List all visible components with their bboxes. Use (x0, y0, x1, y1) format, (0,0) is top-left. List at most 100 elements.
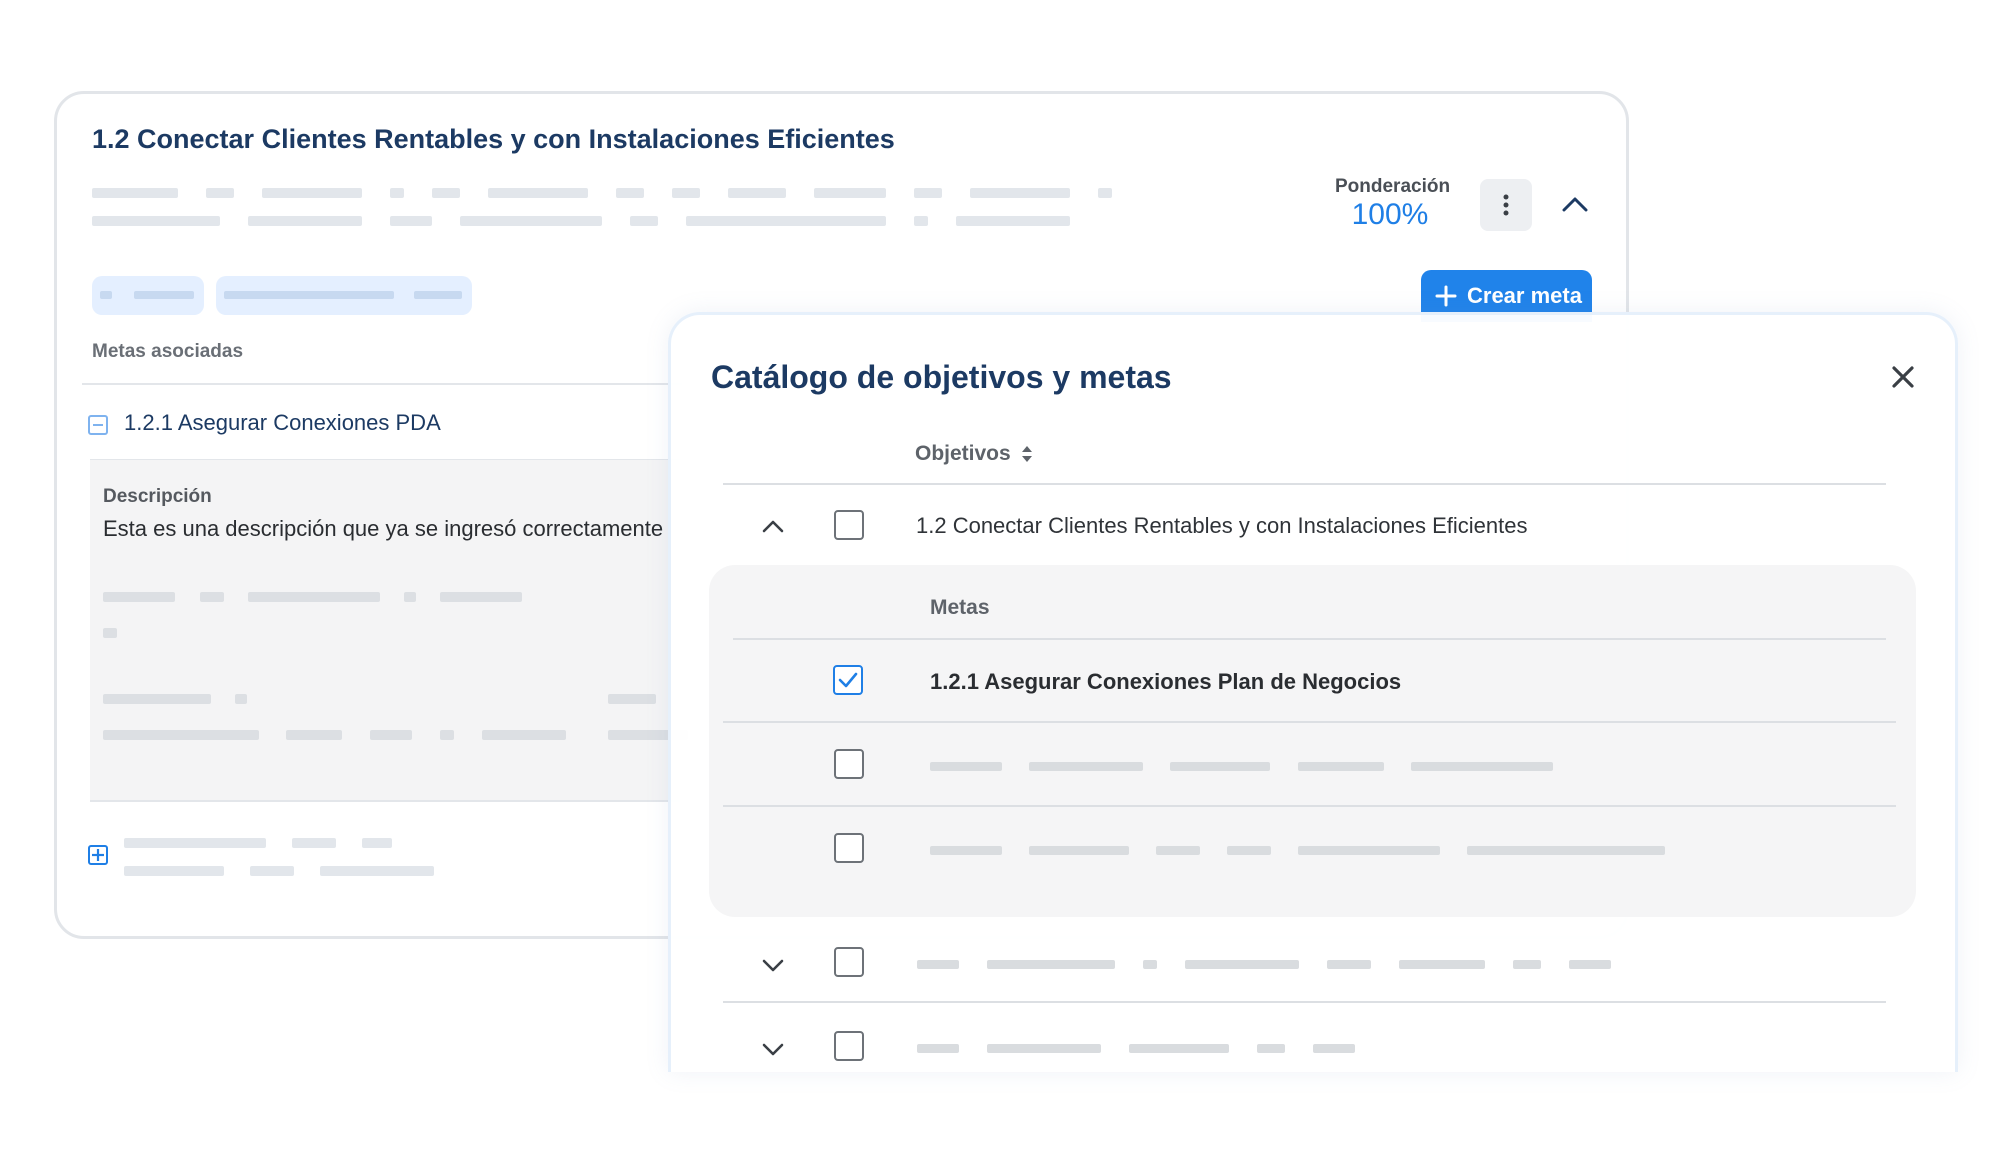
skeleton-line (616, 188, 644, 198)
skeleton-line (92, 188, 178, 198)
divider (733, 638, 1886, 640)
more-options-button[interactable] (1480, 179, 1532, 231)
metas-subpanel (709, 565, 1916, 917)
objective-row-title: 1.2 Conectar Clientes Rentables y con In… (916, 513, 1528, 538)
skeleton-line (914, 216, 928, 226)
skeleton-line (248, 592, 380, 602)
objetivos-column-header[interactable]: Objetivos (915, 442, 1033, 466)
objective-checkbox[interactable] (834, 1031, 864, 1061)
meta-checkbox[interactable] (834, 833, 864, 863)
description-label: Descripción (103, 486, 212, 507)
skeleton-line (1298, 846, 1440, 855)
skeleton-line (262, 188, 362, 198)
collapse-square-icon[interactable] (88, 415, 108, 435)
vertical-dots-icon (1503, 194, 1509, 216)
skeleton-line (1227, 846, 1271, 855)
expand-row-button[interactable] (759, 956, 787, 976)
skeleton-line (103, 628, 117, 638)
skeleton-line (914, 188, 942, 198)
objective-checkbox[interactable] (834, 947, 864, 977)
chevron-down-icon (762, 1043, 784, 1056)
skeleton-line (286, 730, 342, 740)
skeleton-line (390, 216, 432, 226)
catalog-modal: Catálogo de objetivos y metas Objetivos … (668, 312, 1958, 1072)
skeleton-line (292, 838, 336, 848)
skeleton-line (100, 291, 112, 299)
skeleton-line (1143, 960, 1157, 969)
skeleton-line (134, 291, 194, 299)
skeleton-line (1185, 960, 1299, 969)
skeleton-line (630, 216, 658, 226)
skeleton-line (1129, 1044, 1229, 1053)
skeleton-line (686, 216, 886, 226)
divider (723, 483, 1886, 485)
divider (723, 1001, 1886, 1003)
skeleton-line (488, 188, 588, 198)
create-meta-label: Crear meta (1467, 283, 1582, 308)
skeleton-line (987, 960, 1115, 969)
objetivos-header-label: Objetivos (915, 442, 1011, 465)
skeleton-line (482, 730, 566, 740)
chevron-up-icon (1562, 197, 1588, 212)
skeleton-line (124, 838, 266, 848)
ponderacion-label: Ponderación (1335, 176, 1451, 197)
divider (90, 800, 680, 802)
divider (82, 383, 682, 385)
skeleton-line (460, 216, 602, 226)
meta-item-title[interactable]: 1.2.1 Asegurar Conexiones PDA (124, 410, 441, 436)
skeleton-line (404, 592, 416, 602)
skeleton-line (92, 216, 220, 226)
close-icon (1892, 366, 1914, 388)
skeleton-line (956, 216, 1070, 226)
divider (723, 721, 1896, 723)
skeleton-line (103, 592, 175, 602)
skeleton-line (1313, 1044, 1355, 1053)
skeleton-line (930, 846, 1002, 855)
skeleton-line (1298, 762, 1384, 771)
meta-checkbox-checked[interactable] (833, 665, 863, 695)
skeleton-line (440, 592, 522, 602)
collapse-button[interactable] (1555, 186, 1595, 222)
skeleton-line (1399, 960, 1485, 969)
skeleton-line (917, 1044, 959, 1053)
skeleton-line (814, 188, 886, 198)
skeleton-line (440, 730, 454, 740)
description-text: Esta es una descripción que ya se ingres… (103, 516, 664, 541)
close-button[interactable] (1883, 357, 1923, 397)
objective-checkbox[interactable] (834, 510, 864, 540)
skeleton-line (362, 838, 392, 848)
expand-square-icon[interactable] (88, 845, 108, 865)
skeleton-line (206, 188, 234, 198)
objective-title: 1.2 Conectar Clientes Rentables y con In… (92, 124, 895, 154)
skeleton-line (248, 216, 362, 226)
skeleton-line (103, 694, 211, 704)
metas-asociadas-label: Metas asociadas (92, 341, 244, 362)
skeleton-line (224, 291, 394, 299)
collapse-row-button[interactable] (759, 516, 787, 536)
chevron-up-icon (762, 520, 784, 533)
chevron-down-icon (762, 959, 784, 972)
skeleton-line (235, 694, 247, 704)
modal-title: Catálogo de objetivos y metas (711, 359, 1172, 395)
skeleton-line (917, 960, 959, 969)
skeleton-line (1569, 960, 1611, 969)
skeleton-line (200, 592, 224, 602)
skeleton-line (1098, 188, 1112, 198)
skeleton-line (1170, 762, 1270, 771)
ponderacion-value: 100% (1351, 198, 1429, 231)
skeleton-line (930, 762, 1002, 771)
skeleton-line (1411, 762, 1553, 771)
meta-checkbox[interactable] (834, 749, 864, 779)
expand-row-button[interactable] (759, 1040, 787, 1060)
skeleton-line (370, 730, 412, 740)
skeleton-line (390, 188, 404, 198)
meta-row-title: 1.2.1 Asegurar Conexiones Plan de Negoci… (930, 669, 1402, 694)
skeleton-line (320, 866, 434, 876)
checkmark-icon (838, 672, 858, 688)
skeleton-line (672, 188, 700, 198)
skeleton-line (608, 694, 656, 704)
skeleton-line (1467, 846, 1665, 855)
skeleton-line (103, 730, 259, 740)
plus-icon (92, 849, 104, 861)
skeleton-line (970, 188, 1070, 198)
